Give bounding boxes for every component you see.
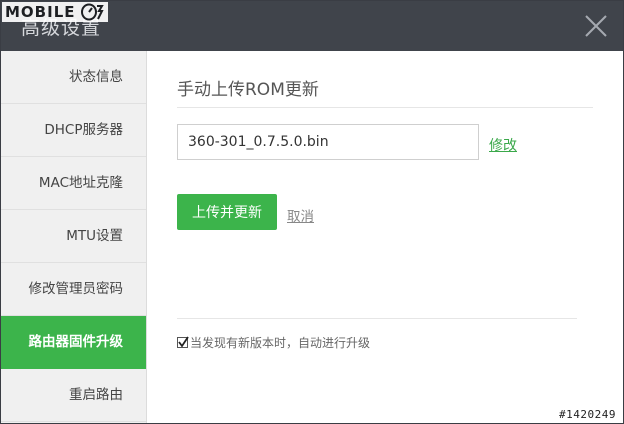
watermark-id: #1420249 — [557, 408, 618, 421]
advanced-settings-window: 高级设置 状态信息 DHCP服务器 MAC地址克隆 MTU设置 修改管理员密码 … — [0, 0, 624, 424]
upload-and-update-button[interactable]: 上传并更新 — [177, 194, 277, 230]
sidebar-item-mtu[interactable]: MTU设置 — [1, 210, 146, 263]
auto-update-option: 当发现有新版本时，自动进行升级 — [177, 334, 370, 351]
sidebar-item-label: 重启路由 — [69, 387, 123, 403]
sidebar-item-label: 修改管理员密码 — [28, 281, 124, 297]
sidebar-item-label: MTU设置 — [66, 228, 123, 244]
sidebar-item-firmware-upgrade[interactable]: 路由器固件升级 — [1, 316, 146, 369]
watermark-logo-text: MOBILE — [5, 3, 76, 21]
close-icon — [585, 15, 607, 37]
main-panel: 手动上传ROM更新 修改 上传并更新 取消 当发现有新版本时，自动进行升级 — [147, 51, 623, 423]
sidebar: 状态信息 DHCP服务器 MAC地址克隆 MTU设置 修改管理员密码 路由器固件… — [1, 51, 147, 423]
bottom-divider — [177, 318, 577, 319]
close-button[interactable] — [581, 11, 611, 41]
sidebar-item-mac-clone[interactable]: MAC地址克隆 — [1, 157, 146, 210]
watermark-logo: MOBILE — [2, 2, 108, 22]
sidebar-item-admin-password[interactable]: 修改管理员密码 — [1, 263, 146, 316]
sidebar-item-label: DHCP服务器 — [44, 122, 123, 138]
section-title: 手动上传ROM更新 — [177, 80, 319, 100]
sidebar-item-label: 路由器固件升级 — [28, 334, 124, 350]
section-divider — [177, 107, 593, 108]
sidebar-item-status[interactable]: 状态信息 — [1, 51, 146, 104]
rom-file-field[interactable] — [177, 124, 479, 160]
edit-link[interactable]: 修改 — [489, 135, 517, 155]
logo-icon — [80, 3, 104, 21]
sidebar-item-label: 状态信息 — [69, 69, 123, 85]
sidebar-item-dhcp[interactable]: DHCP服务器 — [1, 104, 146, 157]
cancel-link[interactable]: 取消 — [287, 205, 314, 225]
sidebar-item-reboot[interactable]: 重启路由 — [1, 369, 146, 422]
sidebar-item-label: MAC地址克隆 — [38, 175, 123, 191]
check-icon — [178, 336, 189, 348]
auto-update-label: 当发现有新版本时，自动进行升级 — [190, 336, 371, 350]
auto-update-checkbox[interactable] — [177, 336, 189, 348]
